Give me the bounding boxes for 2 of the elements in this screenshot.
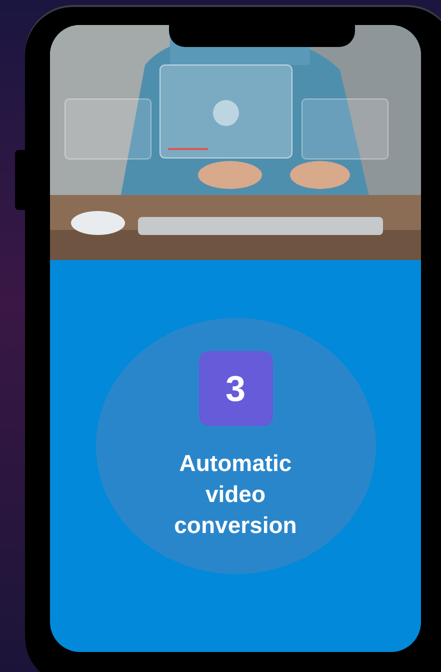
step-title: Automatic video conversion xyxy=(173,449,298,540)
step-number: 3 xyxy=(198,351,272,426)
